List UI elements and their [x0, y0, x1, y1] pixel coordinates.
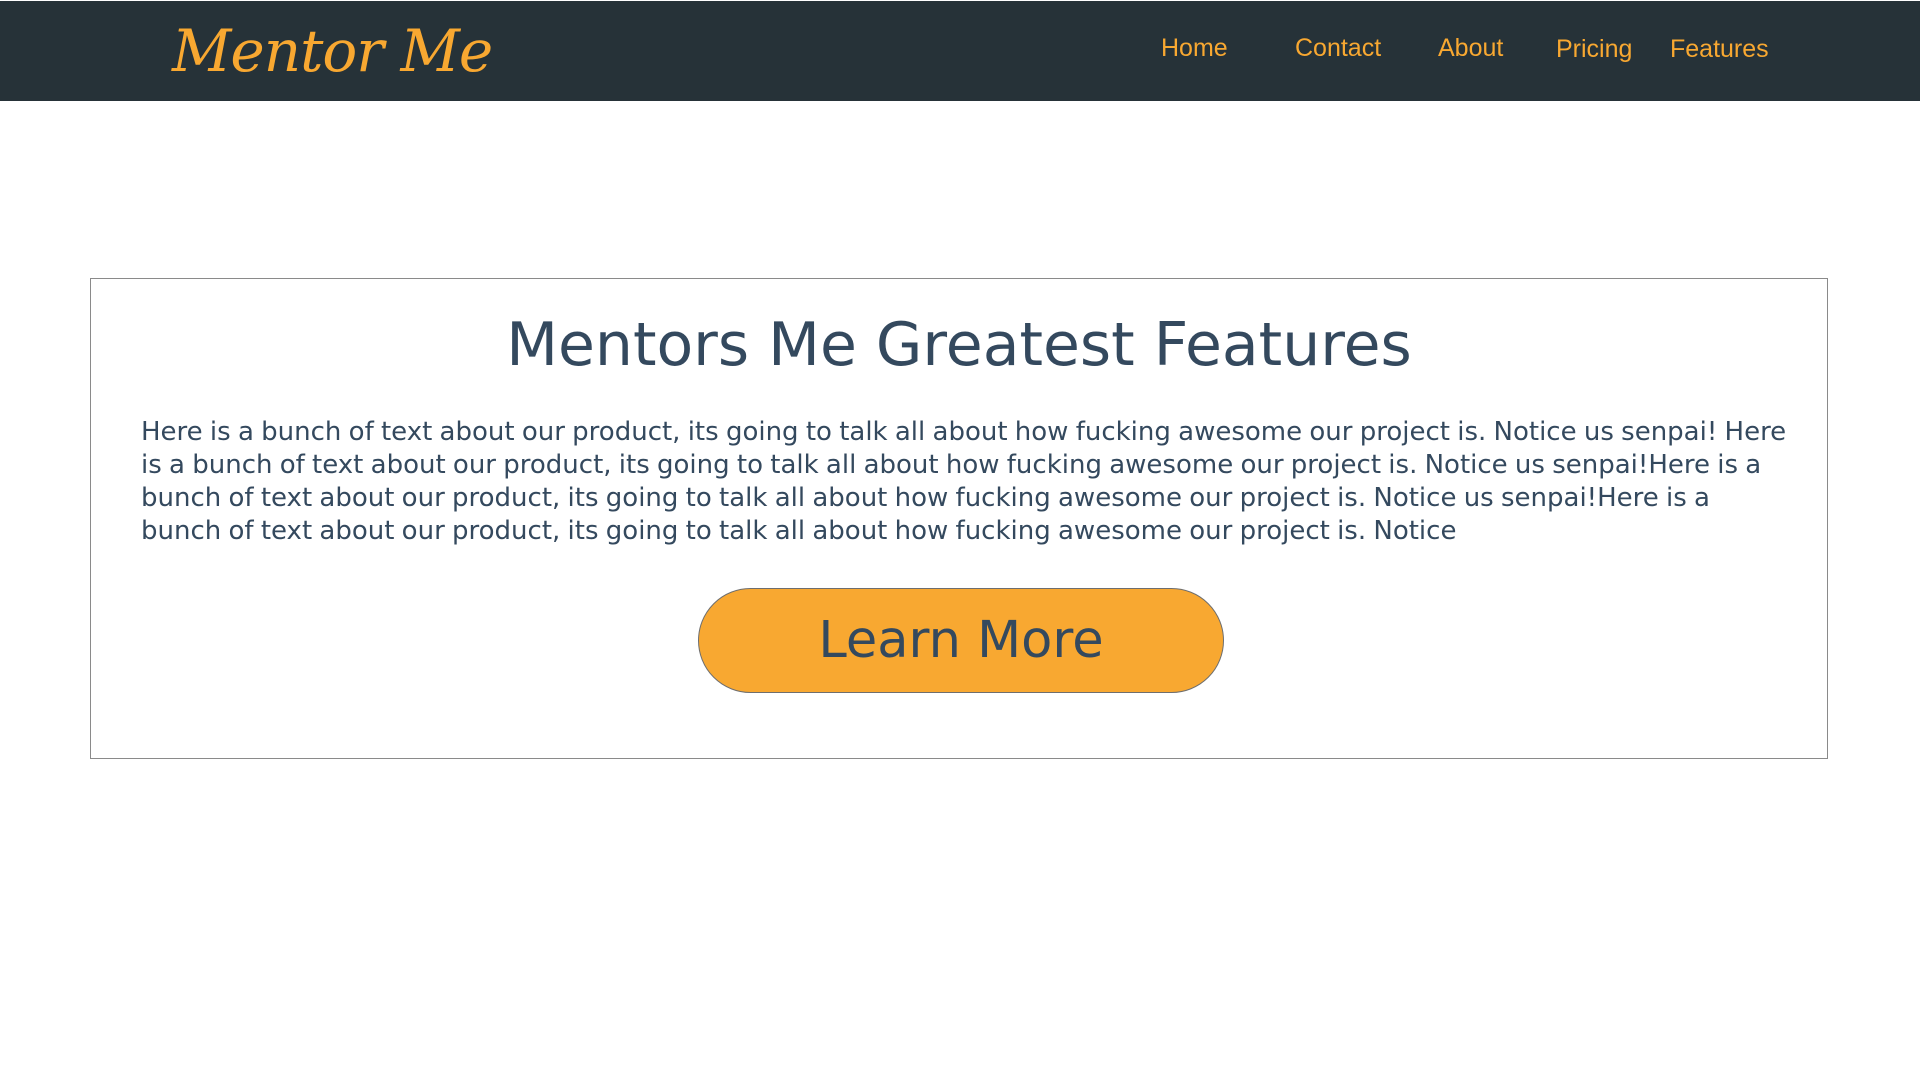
nav-link-contact[interactable]: Contact	[1295, 31, 1381, 65]
learn-more-button[interactable]: Learn More	[698, 588, 1224, 693]
brand-logo[interactable]: Mentor Me	[172, 11, 493, 91]
features-card: Mentors Me Greatest Features Here is a b…	[90, 278, 1828, 759]
nav-link-features[interactable]: Features	[1670, 32, 1769, 66]
features-title: Mentors Me Greatest Features	[506, 310, 1412, 380]
features-description: Here is a bunch of text about our produc…	[141, 417, 1787, 546]
top-navbar: Mentor Me Home Contact About Pricing Fea…	[0, 1, 1920, 101]
nav-link-home[interactable]: Home	[1161, 31, 1228, 65]
nav-link-about[interactable]: About	[1438, 31, 1503, 65]
nav-link-pricing[interactable]: Pricing	[1556, 32, 1632, 66]
